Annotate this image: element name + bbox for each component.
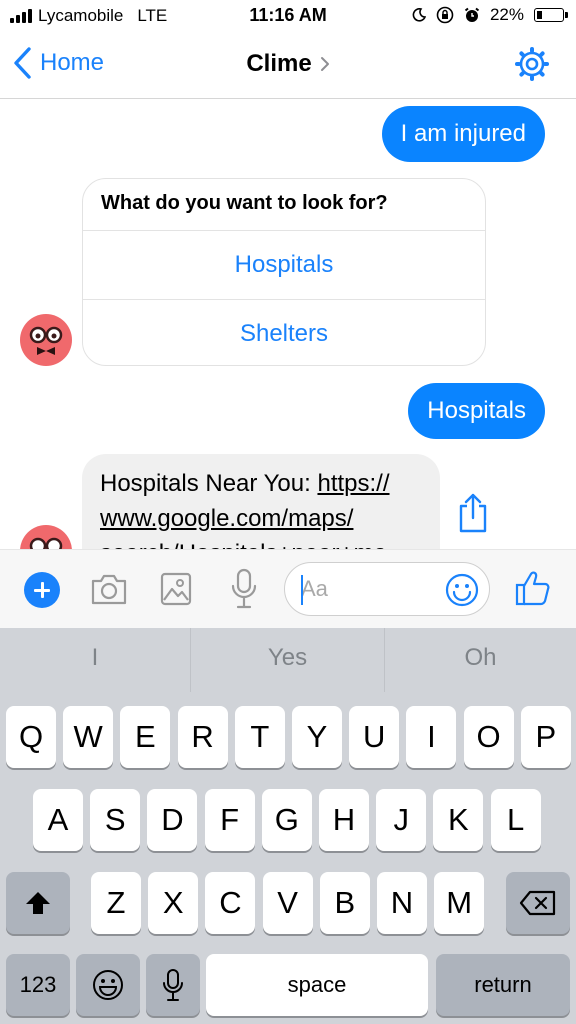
key-p[interactable]: P xyxy=(520,706,571,768)
suggestion-item[interactable]: I xyxy=(0,628,190,692)
key-g[interactable]: G xyxy=(261,789,312,851)
message-input[interactable] xyxy=(301,573,441,605)
key-l[interactable]: L xyxy=(490,789,541,851)
key-w[interactable]: W xyxy=(63,706,114,768)
battery-icon xyxy=(534,8,568,22)
status-bar: Lycamobile LTE 11:16 AM 22% xyxy=(0,0,576,34)
alarm-icon xyxy=(464,7,480,22)
conversation-title-button[interactable]: Clime xyxy=(246,50,329,78)
space-key[interactable]: space xyxy=(206,954,428,1016)
incoming-message[interactable]: Hospitals Near You: https:// www.google.… xyxy=(82,454,440,549)
bot-avatar-icon xyxy=(29,326,63,355)
key-t[interactable]: T xyxy=(234,706,285,768)
key-f[interactable]: F xyxy=(204,789,255,851)
rotation-lock-icon xyxy=(436,6,454,24)
option-shelters-button[interactable]: Shelters xyxy=(83,299,485,365)
microphone-icon[interactable] xyxy=(230,568,258,610)
status-right: 22% xyxy=(412,5,568,25)
bot-avatar-icon xyxy=(29,537,63,549)
key-m[interactable]: M xyxy=(434,872,485,934)
conversation-title: Clime xyxy=(246,50,312,77)
bot-avatar[interactable] xyxy=(20,314,72,366)
suggestion-item[interactable]: Oh xyxy=(385,628,576,692)
key-c[interactable]: C xyxy=(205,872,256,934)
suggestion-item[interactable]: Yes xyxy=(191,628,384,692)
key-a[interactable]: A xyxy=(33,789,83,851)
nav-title-row: Clime xyxy=(0,50,576,78)
maps-link-part[interactable]: www.google.com/maps/ xyxy=(100,505,353,532)
key-d[interactable]: D xyxy=(147,789,198,851)
maps-link-part[interactable]: https:// xyxy=(317,470,389,497)
key-q[interactable]: Q xyxy=(6,706,56,768)
key-k[interactable]: K xyxy=(433,789,484,851)
bot-avatar[interactable] xyxy=(20,525,72,549)
message-prefix: Hospitals Near You: xyxy=(100,470,318,497)
key-v[interactable]: V xyxy=(262,872,313,934)
maps-link-part[interactable]: search/Hospitals+near+me xyxy=(100,540,387,549)
image-icon[interactable] xyxy=(160,572,192,606)
key-b[interactable]: B xyxy=(319,872,370,934)
delete-key[interactable] xyxy=(506,872,570,934)
plus-icon[interactable] xyxy=(24,572,60,608)
chevron-right-icon xyxy=(320,57,329,71)
key-r[interactable]: R xyxy=(177,706,228,768)
message-input-wrapper[interactable] xyxy=(284,562,490,616)
shift-key[interactable] xyxy=(6,872,70,934)
conversation-area[interactable]: I am injured What do you want to look fo… xyxy=(0,99,576,549)
return-key[interactable]: return xyxy=(436,954,570,1016)
backspace-icon xyxy=(519,890,556,916)
share-icon[interactable] xyxy=(456,492,490,534)
key-e[interactable]: E xyxy=(120,706,171,768)
emoji-icon[interactable] xyxy=(445,573,479,607)
shift-icon xyxy=(26,892,50,914)
emoji-key[interactable] xyxy=(76,954,140,1016)
emoji-icon xyxy=(93,970,123,1000)
camera-icon[interactable] xyxy=(90,572,128,606)
key-z[interactable]: Z xyxy=(91,872,141,934)
key-j[interactable]: J xyxy=(376,789,427,851)
gear-icon[interactable] xyxy=(514,46,550,82)
navigation-bar: Home Clime xyxy=(0,34,576,99)
numbers-key[interactable]: 123 xyxy=(6,954,70,1016)
key-x[interactable]: X xyxy=(148,872,199,934)
key-h[interactable]: H xyxy=(319,789,369,851)
battery-percent: 22% xyxy=(489,5,524,24)
outgoing-message[interactable]: I am injured xyxy=(381,106,545,162)
thumbs-up-icon[interactable] xyxy=(514,569,552,607)
key-n[interactable]: N xyxy=(377,872,427,934)
option-hospitals-button[interactable]: Hospitals xyxy=(83,231,485,299)
microphone-icon xyxy=(163,969,183,1001)
key-i[interactable]: I xyxy=(406,706,457,768)
quick-reply-card: What do you want to look for? Hospitals … xyxy=(82,178,486,366)
battery-level xyxy=(537,11,542,19)
moon-icon xyxy=(412,8,426,22)
key-y[interactable]: Y xyxy=(292,706,342,768)
predictive-bar: I Yes Oh xyxy=(0,628,576,692)
key-u[interactable]: U xyxy=(349,706,400,768)
key-s[interactable]: S xyxy=(90,789,141,851)
keyboard: I Yes Oh 123 space return QWERTYUIOPASDF… xyxy=(0,628,576,1024)
dictation-key[interactable] xyxy=(146,954,200,1016)
card-question: What do you want to look for? xyxy=(83,179,485,231)
outgoing-message[interactable]: Hospitals xyxy=(408,383,545,439)
message-composer xyxy=(0,549,576,628)
key-o[interactable]: O xyxy=(463,706,514,768)
text-caret xyxy=(301,575,303,605)
